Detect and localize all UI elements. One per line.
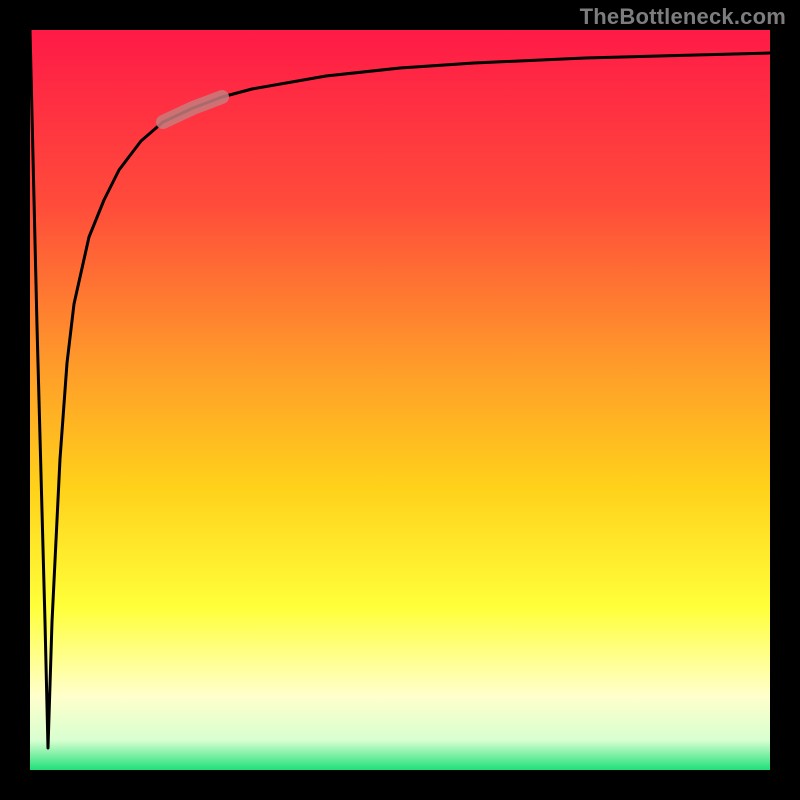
chart-svg	[0, 0, 800, 800]
chart-frame: TheBottleneck.com	[0, 0, 800, 800]
watermark-text: TheBottleneck.com	[580, 4, 786, 30]
